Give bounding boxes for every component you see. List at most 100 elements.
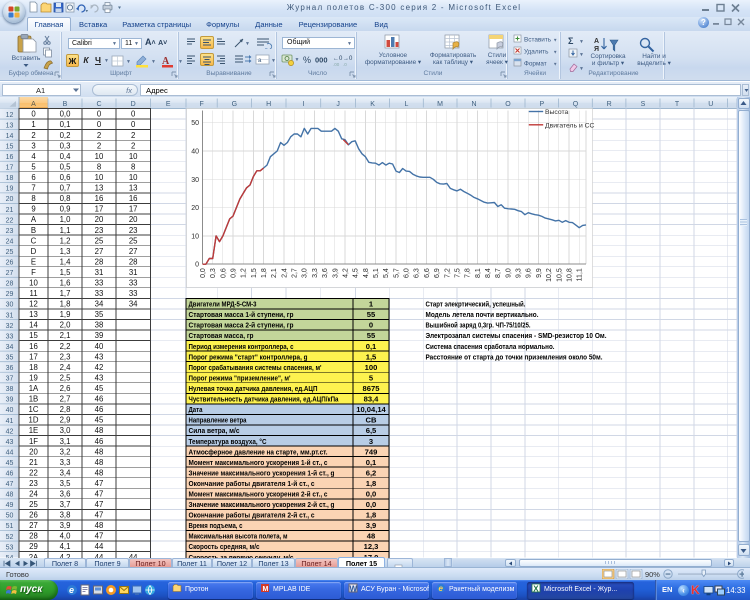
svg-text:I: I: [302, 101, 304, 108]
svg-text:46: 46: [95, 437, 104, 446]
svg-text:8,7: 8,7: [495, 268, 502, 278]
svg-text:39: 39: [95, 331, 104, 340]
svg-text:3,4: 3,4: [60, 468, 72, 477]
svg-text:H: H: [266, 101, 271, 108]
svg-text:D: D: [131, 101, 136, 108]
svg-text:Вставить: Вставить: [524, 37, 552, 44]
svg-text:8675: 8675: [363, 384, 381, 393]
svg-text:1A: 1A: [29, 384, 39, 393]
svg-text:10: 10: [95, 173, 104, 182]
svg-text:A: A: [31, 215, 37, 224]
svg-text:9: 9: [31, 205, 35, 214]
svg-text:2: 2: [97, 131, 101, 140]
svg-text:0,6: 0,6: [220, 268, 227, 278]
svg-text:14: 14: [6, 133, 14, 140]
svg-text:0,4: 0,4: [60, 152, 72, 161]
svg-text:G: G: [232, 101, 237, 108]
svg-text:X: X: [533, 584, 539, 593]
svg-text:F: F: [199, 101, 203, 108]
svg-text:7,2: 7,2: [444, 268, 451, 278]
svg-text:47: 47: [95, 490, 104, 499]
svg-text:▼: ▼: [579, 39, 584, 45]
svg-text:55: 55: [367, 331, 376, 340]
svg-text:2,5: 2,5: [60, 373, 72, 382]
svg-text:1,4: 1,4: [60, 257, 72, 266]
svg-text:3,5: 3,5: [60, 479, 72, 488]
svg-text:32: 32: [6, 323, 14, 330]
svg-text:Стартовая масса 1-й ступени, г: Стартовая масса 1-й ступени, гр: [189, 310, 294, 319]
svg-text:1C: 1C: [29, 405, 39, 414]
svg-text:U: U: [708, 101, 713, 108]
svg-text:2,7: 2,7: [60, 395, 71, 404]
svg-text:27: 27: [6, 270, 14, 277]
svg-text:Нулевая точка датчика давления: Нулевая точка датчика давления, ед.АЦП: [189, 384, 318, 393]
svg-text:e: e: [439, 584, 444, 593]
svg-text:15: 15: [6, 144, 14, 151]
svg-text:47: 47: [95, 479, 104, 488]
svg-text:1,0: 1,0: [60, 215, 72, 224]
svg-text:▼: ▼: [271, 58, 276, 64]
svg-text:Время подъема, с: Время подъема, с: [189, 521, 243, 530]
svg-text:2: 2: [97, 141, 101, 150]
svg-text:12,3: 12,3: [364, 542, 379, 551]
svg-text:1B: 1B: [29, 395, 39, 404]
svg-text:0,1: 0,1: [60, 120, 71, 129]
svg-text:2,3: 2,3: [60, 352, 71, 361]
svg-text:25: 25: [129, 236, 138, 245]
svg-text:4,2: 4,2: [342, 268, 349, 278]
svg-text:2,2: 2,2: [60, 342, 71, 351]
svg-text:2,1: 2,1: [60, 331, 71, 340]
svg-text:Порог режима "старт" контролле: Порог режима "старт" контроллера, g: [189, 352, 308, 361]
svg-text:Окончание работы двигателя 2-й: Окончание работы двигателя 2-й ст., с: [189, 511, 315, 520]
svg-text:10,5: 10,5: [556, 268, 563, 282]
svg-text:А: А: [594, 38, 599, 45]
svg-text:25: 25: [29, 500, 38, 509]
svg-text:28: 28: [95, 257, 104, 266]
svg-text:28: 28: [29, 532, 38, 541]
svg-text:27: 27: [95, 247, 104, 256]
svg-text:0,0: 0,0: [200, 268, 207, 278]
svg-text:20: 20: [6, 196, 14, 203]
svg-text:47: 47: [6, 481, 14, 488]
svg-text:2,6: 2,6: [60, 384, 71, 393]
svg-text:48: 48: [95, 521, 104, 530]
svg-text:0,1: 0,1: [366, 458, 377, 467]
svg-text:6,9: 6,9: [434, 268, 441, 278]
svg-text:3,9: 3,9: [60, 521, 71, 530]
svg-text:10,8: 10,8: [567, 268, 574, 282]
svg-text:749: 749: [365, 447, 378, 456]
svg-text:42: 42: [6, 428, 14, 435]
svg-text:7,8: 7,8: [465, 268, 472, 278]
svg-text:48: 48: [95, 468, 104, 477]
svg-text:Старт элекртический, успешный.: Старт элекртический, успешный.: [426, 300, 526, 309]
svg-text:1,1: 1,1: [60, 226, 71, 235]
svg-text:47: 47: [95, 511, 104, 520]
svg-text:27: 27: [129, 247, 138, 256]
svg-text:44: 44: [95, 542, 104, 551]
svg-text:34: 34: [129, 300, 138, 309]
svg-text:31: 31: [95, 268, 104, 277]
svg-text:1,5: 1,5: [366, 352, 377, 361]
svg-text:J: J: [336, 101, 340, 108]
svg-text:Атмосферное давление на старте: Атмосферное давление на старте, мм.рт.ст…: [189, 447, 328, 456]
svg-text:17: 17: [95, 205, 104, 214]
svg-text:3: 3: [369, 437, 373, 446]
svg-text:6: 6: [31, 173, 35, 182]
svg-text:Формат: Формат: [524, 61, 547, 68]
svg-text:36: 36: [6, 365, 14, 372]
svg-text:Σ: Σ: [568, 36, 574, 46]
svg-text:1,8: 1,8: [60, 300, 71, 309]
svg-text:17: 17: [6, 165, 14, 172]
svg-text:%: %: [303, 55, 311, 65]
svg-text:7,5: 7,5: [454, 268, 461, 278]
svg-text:20: 20: [29, 447, 38, 456]
svg-text:Система спасения сработала нор: Система спасения сработала нормально.: [426, 342, 555, 351]
svg-text:6,6: 6,6: [424, 268, 431, 278]
svg-text:▼: ▼: [151, 59, 156, 65]
svg-text:1,8: 1,8: [366, 479, 377, 488]
svg-text:3,2: 3,2: [60, 447, 71, 456]
svg-text:28: 28: [129, 257, 138, 266]
svg-text:15: 15: [29, 331, 38, 340]
svg-text:0,2: 0,2: [60, 131, 71, 140]
svg-text:30: 30: [191, 177, 199, 184]
